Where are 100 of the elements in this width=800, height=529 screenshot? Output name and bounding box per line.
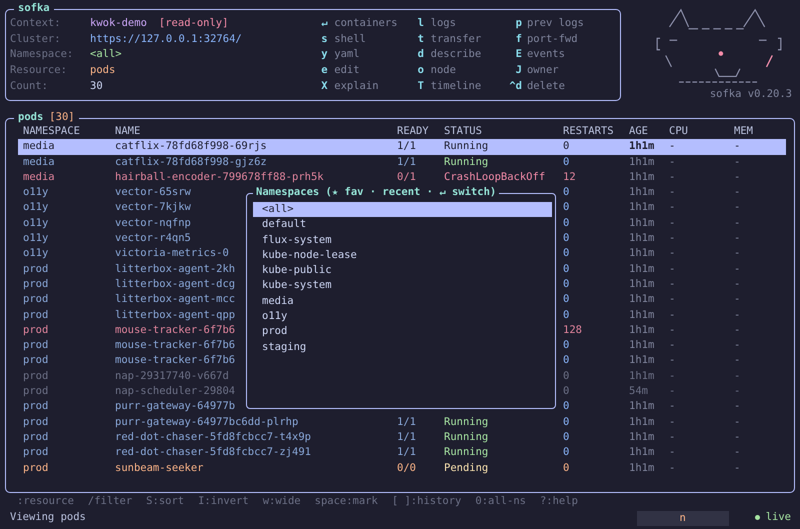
table-cell: - [669, 354, 676, 366]
table-cell: prod [23, 385, 48, 398]
table-cell: 1h1m [629, 186, 654, 198]
table-cell: - [734, 354, 740, 366]
table-cell: - [669, 308, 676, 321]
shortcut-key: d [418, 47, 431, 63]
panel-title: pods [14, 110, 50, 125]
namespace-option[interactable]: <all> [253, 202, 552, 218]
table-cell: 0/1 [397, 170, 416, 183]
table-cell: 1h1m [629, 201, 654, 214]
column-header: NAMESPACE [23, 124, 81, 139]
shortcut-label: delete [526, 80, 565, 92]
key-hint: space:mark [314, 494, 378, 509]
table-cell: 0 [563, 140, 570, 152]
table-cell: Pending [444, 462, 488, 474]
context-value: kwok-demo [90, 17, 147, 29]
table-cell: 1h1m [629, 370, 654, 382]
namespace-option[interactable]: media [253, 294, 552, 310]
namespace-option[interactable]: flux-system [253, 232, 552, 248]
table-cell: 1h1m [629, 293, 654, 306]
selected-row[interactable]: media catflix-78fd68f998-69rjs 1/1 Running 0 1h1m - - [18, 139, 786, 155]
table-cell: o11y [23, 247, 48, 260]
table-cell: hairball-encoder-799678ff88-prh5k [115, 170, 324, 183]
table-cell: 1h1m [629, 416, 654, 428]
key-hint: /filter [88, 494, 132, 509]
context-label: Resource: [10, 63, 68, 78]
shortcut-label: transfer [430, 32, 482, 45]
table-cell: 0 [563, 186, 570, 198]
table-cell: 0 [563, 247, 570, 260]
shortcut-key: E [498, 47, 522, 63]
table-cell: - [669, 201, 676, 214]
table-cell: - [734, 339, 740, 352]
table-cell: o11y [23, 201, 48, 214]
context-label: Cluster: [10, 32, 62, 47]
table-cell: prod [23, 446, 48, 458]
table-cell: 0 [563, 262, 570, 275]
table-cell: 0 [563, 216, 570, 229]
namespace-option[interactable]: kube-system [253, 278, 552, 294]
table-cell: 1h1m [629, 462, 654, 474]
table-cell: mouse-tracker-6f7b6 [115, 339, 236, 352]
shortcut-label: shell [334, 32, 366, 45]
read-only-label: [read-only] [158, 17, 228, 29]
shortcut-label: node [430, 64, 456, 76]
table-cell: media [23, 170, 55, 183]
live-label: live [766, 510, 791, 526]
table-cell: - [734, 430, 740, 443]
table-cell: - [669, 462, 676, 474]
shortcut-label: timeline [430, 80, 482, 92]
shortcut-key: X [321, 78, 334, 94]
table-cell: - [734, 385, 740, 398]
picker-title: Namespaces (★ fav · recent · ↵ switch) [253, 185, 500, 200]
shortcut-key: y [321, 47, 334, 63]
table-cell: prod [23, 430, 48, 443]
table-cell: media [23, 156, 55, 168]
table-cell: mouse-tracker-6f7b6 [115, 324, 236, 336]
status-message: Viewing pods [10, 510, 87, 526]
table-cell: - [669, 430, 676, 443]
table-cell: - [669, 293, 676, 306]
column-header: CPU [669, 124, 689, 139]
shortcut-label: yaml [334, 48, 360, 60]
table-cell: - [669, 247, 676, 260]
table-cell: Running [444, 416, 488, 428]
table-cell: 0 [563, 446, 570, 458]
table-cell: - [734, 370, 740, 382]
table-cell: catflix-78fd68f998-gjz6z [115, 156, 267, 168]
table-cell: media [23, 140, 55, 152]
shortcut-key: ↵ [321, 16, 334, 32]
table-cell: catflix-78fd68f998-69rjs [115, 140, 267, 152]
table-cell: prod [23, 370, 48, 382]
namespace-option[interactable]: kube-node-lease [253, 248, 552, 264]
table-cell: 1/1 [397, 446, 416, 458]
table-cell: - [669, 416, 676, 428]
table-cell: prod [23, 416, 48, 428]
table-cell: prod [23, 293, 48, 306]
filter-input[interactable]: n [636, 510, 729, 526]
shortcut-key: T [418, 78, 431, 94]
table-cell: o11y [23, 232, 48, 244]
namespace-option[interactable]: prod [253, 324, 552, 340]
context-value: 30 [90, 80, 103, 92]
table-cell: 1h1m [629, 446, 654, 458]
table-cell: - [734, 186, 740, 198]
table-cell: 0 [563, 385, 570, 398]
namespace-option[interactable]: o11y [253, 309, 552, 324]
table-cell: - [669, 262, 676, 275]
namespace-option[interactable]: default [253, 217, 552, 233]
table-cell: 0 [563, 293, 570, 306]
shortcut-label: port-fwd [526, 32, 578, 45]
table-cell: vector-r4qn5 [115, 232, 191, 244]
table-cell: purr-gateway-64977bc6dd-plrhp [115, 416, 298, 428]
table-cell: 0 [563, 308, 570, 321]
table-cell: 1h1m [629, 308, 654, 321]
namespace-option[interactable]: staging [253, 340, 552, 355]
table-cell: prod [23, 308, 48, 321]
column-header: AGE [629, 124, 649, 139]
table-cell: - [734, 278, 740, 290]
table-cell: - [734, 216, 740, 229]
table-cell: 0 [563, 370, 570, 382]
namespace-option[interactable]: kube-public [253, 263, 552, 278]
shortcut-label: prev logs [526, 17, 584, 29]
table-cell: vector-7kjkw [115, 201, 191, 214]
